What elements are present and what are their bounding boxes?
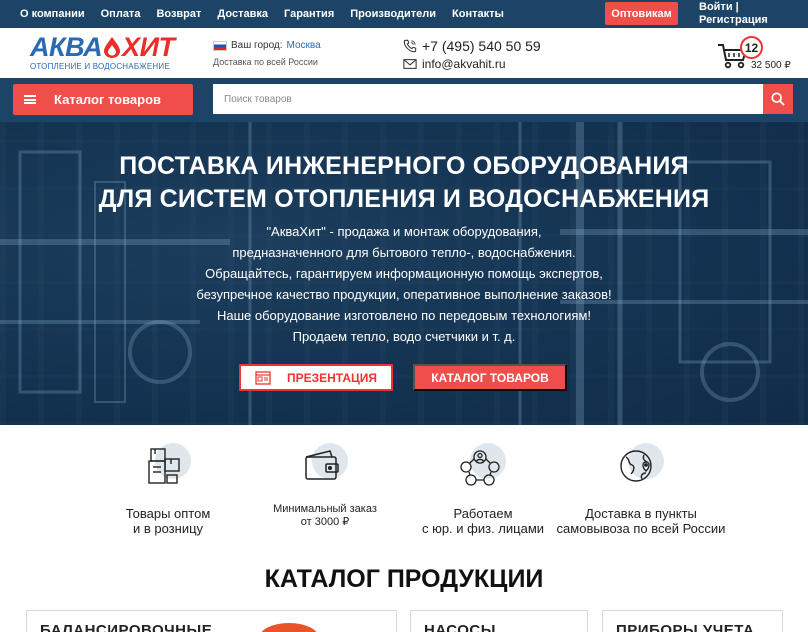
search-input[interactable] (213, 84, 765, 114)
top-bar: О компании Оплата Возврат Доставка Гаран… (0, 0, 808, 28)
nav-link-warranty[interactable]: Гарантия (284, 8, 334, 20)
hero-text-line: предназначенного для бытового тепло-, во… (232, 245, 576, 260)
feature-line2: и в розницу (132, 521, 204, 536)
phone-contact[interactable]: +7 (495) 540 50 59 (403, 38, 541, 54)
login-link[interactable]: Войти | (699, 1, 768, 14)
catalog-card-balancing[interactable]: БАЛАНСИРОВОЧНЫЕ (26, 610, 397, 632)
hero-text-line: "АкваХит" - продажа и монтаж оборудовани… (266, 224, 542, 239)
catalog-menu-label: Каталог товаров (54, 92, 162, 107)
russia-flag-icon (213, 40, 227, 51)
city-label: Ваш город: (231, 40, 283, 51)
hero-title: ПОСТАВКА ИНЖЕНЕРНОГО ОБОРУДОВАНИЯ ДЛЯ СИ… (0, 150, 808, 216)
feature-line1: Минимальный заказ (273, 503, 377, 515)
email-contact[interactable]: info@akvahit.ru (403, 57, 506, 71)
catalog-card-title: НАСОСЫ (424, 622, 496, 632)
boxes-icon (148, 448, 180, 484)
cart[interactable]: 12 32 500 ₽ (717, 36, 797, 72)
cart-total: 32 500 ₽ (751, 60, 791, 71)
logo-wordmark: АКВА ХИТ (30, 32, 175, 63)
city-link[interactable]: Москва (287, 40, 321, 51)
site-header: АКВА ХИТ ОТОПЛЕНИЕ И ВОДОСНАБЖЕНИЕ Ваш го… (0, 28, 808, 78)
menu-icon (24, 95, 36, 104)
catalog-menu-button[interactable]: Каталог товаров (13, 84, 193, 115)
catalog-card-title: ПРИБОРЫ УЧЕТА (616, 622, 755, 632)
mail-icon (403, 59, 417, 69)
feature-min-order: Минимальный заказ от 3000 ₽ (260, 443, 390, 529)
hero-text-line: Наше оборудование изготовлено по передов… (216, 308, 591, 323)
cart-count-badge: 12 (740, 36, 763, 59)
feature-line2: с юр. и физ. лицами (421, 521, 545, 536)
phone-number: +7 (495) 540 50 59 (422, 38, 541, 54)
auth-links: Войти | Регистрация (699, 1, 768, 27)
hero-text-line: безупречное качество продукции, оператив… (196, 287, 612, 302)
presentation-button[interactable]: ПРЕЗЕНТАЦИЯ (239, 364, 393, 391)
catalog-card-meters[interactable]: ПРИБОРЫ УЧЕТА (602, 610, 783, 632)
feature-line2: от 3000 ₽ (300, 516, 350, 528)
globe-pin-icon (620, 450, 652, 482)
people-network-icon (460, 450, 500, 486)
feature-line1: Доставка в пункты (585, 506, 697, 521)
nav-link-payment[interactable]: Оплата (101, 8, 141, 20)
flame-drop-icon (104, 37, 121, 58)
hero-banner: ПОСТАВКА ИНЖЕНЕРНОГО ОБОРУДОВАНИЯ ДЛЯ СИ… (0, 122, 808, 425)
feature-wholesale: Товары оптом и в розницу (108, 443, 228, 536)
hero-text-line: Обращайтесь, гарантируем информационную … (205, 266, 603, 281)
search-bar: Каталог товаров (0, 78, 808, 122)
feature-line1: Товары оптом (125, 506, 211, 521)
email-address: info@akvahit.ru (422, 57, 506, 71)
nav-link-delivery[interactable]: Доставка (217, 8, 268, 20)
nav-link-manufacturers[interactable]: Производители (350, 8, 436, 20)
logo[interactable]: АКВА ХИТ ОТОПЛЕНИЕ И ВОДОСНАБЖЕНИЕ (30, 32, 180, 72)
logo-part1: АКВА (30, 32, 103, 62)
logo-tagline: ОТОПЛЕНИЕ И ВОДОСНАБЖЕНИЕ (30, 62, 170, 71)
catalog-heading: КАТАЛОГ ПРОДУКЦИИ (264, 565, 544, 593)
nav-link-contacts[interactable]: Контакты (452, 8, 504, 20)
hero-text-line: Продаем тепло, водо счетчики и т. д. (292, 329, 516, 344)
register-link[interactable]: Регистрация (699, 14, 768, 27)
top-nav: О компании Оплата Возврат Доставка Гаран… (20, 0, 504, 28)
city-selector: Ваш город: Москва (213, 40, 321, 51)
hero-title-line2: ДЛЯ СИСТЕМ ОТОПЛЕНИЯ И ВОДОСНАБЖЕНИЯ (98, 185, 710, 213)
wholesale-button[interactable]: Оптовикам (605, 2, 678, 25)
hero-catalog-button[interactable]: КАТАЛОГ ТОВАРОВ (413, 364, 567, 391)
hero-title-line1: ПОСТАВКА ИНЖЕНЕРНОГО ОБОРУДОВАНИЯ (119, 152, 689, 180)
feature-line1: Работаем (453, 506, 513, 521)
presentation-button-label: ПРЕЗЕНТАЦИЯ (286, 370, 378, 385)
nav-link-return[interactable]: Возврат (156, 8, 201, 20)
wallet-icon (305, 450, 339, 480)
feature-pickup-delivery: Доставка в пункты самовывоза по всей Рос… (551, 443, 731, 536)
feature-legal-entities: Работаем с юр. и физ. лицами (418, 443, 548, 536)
search-icon (771, 92, 785, 106)
logo-part2: ХИТ (122, 32, 175, 62)
catalog-card-pumps[interactable]: НАСОСЫ (410, 610, 588, 632)
feature-line2: самовывоза по всей России (556, 521, 726, 536)
catalog-card-title: БАЛАНСИРОВОЧНЫЕ (40, 622, 213, 632)
valve-product-image (259, 623, 319, 632)
phone-icon (403, 39, 417, 53)
presentation-icon (255, 370, 271, 385)
hero-description: "АкваХит" - продажа и монтаж оборудовани… (0, 221, 808, 347)
delivery-note: Доставка по всей России (213, 57, 318, 67)
nav-link-about[interactable]: О компании (20, 8, 85, 20)
search-button[interactable] (763, 84, 793, 114)
